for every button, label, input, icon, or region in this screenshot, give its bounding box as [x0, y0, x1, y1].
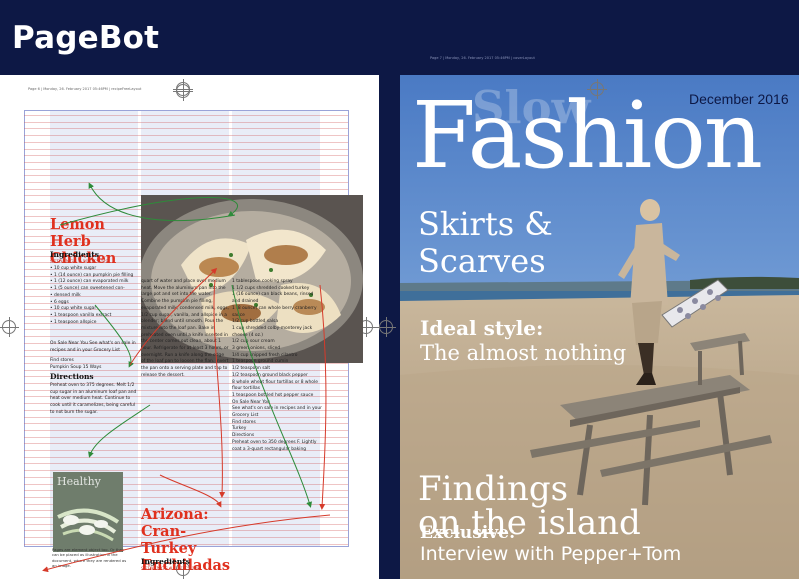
registration-mark-cover-top: [587, 79, 607, 99]
registration-mark-gutter: [376, 317, 396, 337]
cover-subheadline-almost-nothing: The almost nothing: [420, 341, 627, 365]
left-page: Page 6 | Monday, 26. February 2017 05:46…: [0, 75, 379, 579]
magazine-cover-page: Slow Fashion December 2016 Skirts & Scar…: [400, 75, 799, 579]
headline-line: Scarves: [418, 242, 546, 280]
headline-line: Findings: [418, 469, 569, 509]
cover-subheadline-interview: Interview with Pepper+Tom: [420, 543, 682, 565]
headline-line: Skirts &: [418, 205, 553, 243]
right-page-header: Page 7 | Monday, 26. February 2017 05:46…: [430, 56, 535, 60]
cover-headline-ideal-style: Ideal style:: [420, 316, 544, 340]
cover-date: December 2016: [689, 91, 789, 107]
cover-headline-skirts: Skirts & Scarves: [418, 206, 553, 280]
text-flow-arrows: [42, 182, 331, 573]
pagebot-logo: PageBot: [12, 20, 160, 56]
registration-mark-spread-top: [173, 79, 193, 99]
cover-headline-exclusive: Exclusive:: [420, 523, 516, 543]
